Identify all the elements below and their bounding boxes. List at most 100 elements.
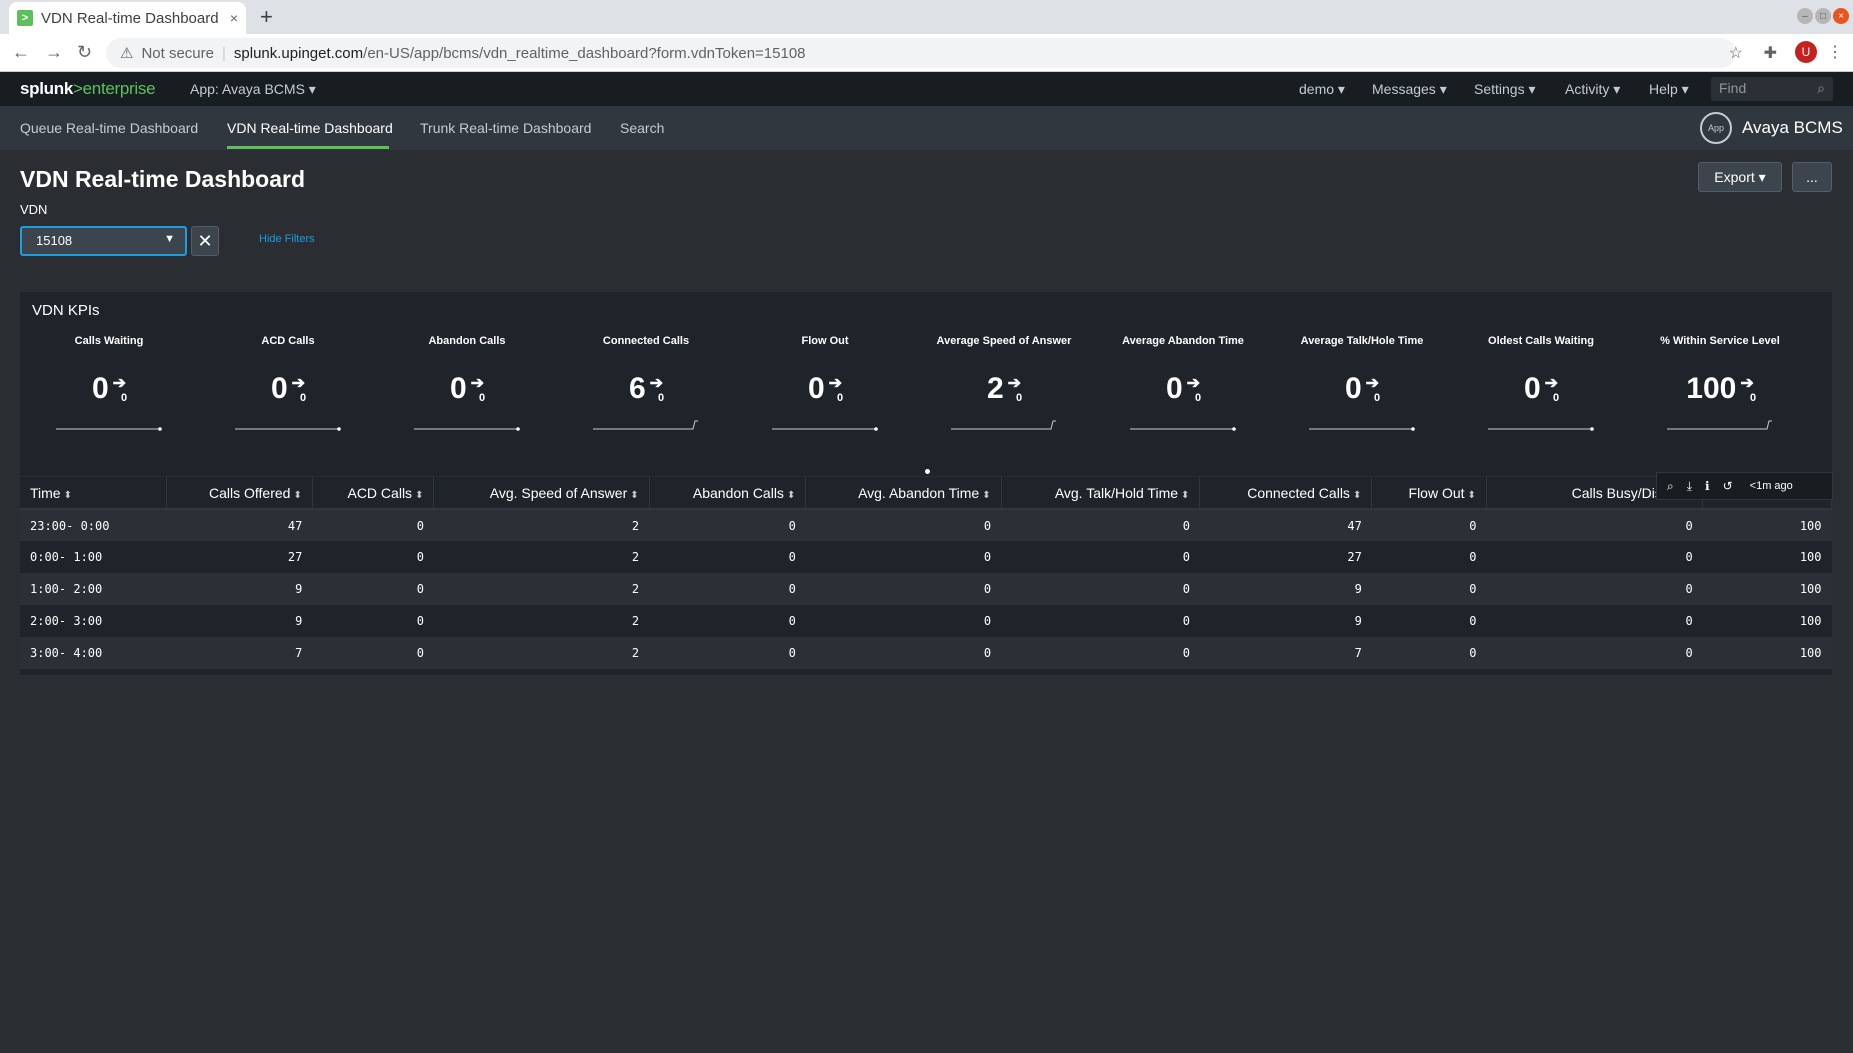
sort-icon[interactable]: ⬍ [787,490,795,501]
not-secure-label: Not secure [141,44,214,62]
table-cell: 0 [649,637,806,669]
nav-vdn-realtime[interactable]: VDN Real-time Dashboard [227,120,393,136]
table-cell: 0 [649,605,806,637]
table-cell: 0 [1001,541,1200,573]
column-header[interactable]: ACD Calls ⬍ [312,477,435,510]
kpi-delta: 0 [658,392,665,404]
column-header[interactable]: Calls Offered ⬍ [166,477,313,510]
column-header[interactable]: Avg. Abandon Time ⬍ [805,477,1002,510]
table-cell: 1:00- 2:00 [20,573,167,605]
new-tab-button[interactable]: + [260,4,273,30]
app-menu[interactable]: App: Avaya BCMS ▾ [190,81,316,98]
sparkline [772,427,878,431]
kpi-value: 0 ➔ [1273,372,1451,406]
messages-menu[interactable]: Messages ▾ [1372,81,1447,98]
settings-menu[interactable]: Settings ▾ [1474,81,1536,98]
table-header-row: Time ⬍ Calls Offered ⬍ ACD Calls ⬍ Avg. Speed … [20,477,1832,510]
sort-icon[interactable]: ⬍ [1181,490,1189,501]
reload-icon[interactable]: ↻ [77,42,92,63]
table-row[interactable]: 3:00- 4:00 7 0 2 0 0 0 7 0 0 100 [20,637,1832,669]
sparkline [951,420,1056,430]
minimize-window-icon[interactable]: – [1797,8,1813,24]
table-cell: 0 [805,605,1002,637]
sparkline [414,427,520,431]
table-cell: 7 [1199,637,1372,669]
sort-icon[interactable]: ⬍ [293,490,301,501]
sort-icon[interactable]: ⬍ [630,490,638,501]
column-header-label: Time [30,484,61,501]
profile-avatar[interactable]: U [1795,41,1817,63]
kpi-label: Calls Waiting [74,335,144,347]
sparkline [1130,427,1236,431]
help-menu[interactable]: Help ▾ [1649,81,1689,98]
table-cell: 2 [433,637,650,669]
back-icon[interactable]: ← [12,42,30,63]
table-cell: 0 [312,541,434,573]
kpi-label: Oldest Calls Waiting [1488,335,1594,347]
clear-filter-button[interactable]: ✕ [191,226,219,256]
sort-icon[interactable]: ⬍ [1353,490,1361,501]
sort-icon[interactable]: ⬍ [982,490,990,501]
find-input[interactable]: Find ⌕ [1711,77,1833,101]
nav-search[interactable]: Search [620,120,664,136]
nav-trunk-realtime[interactable]: Trunk Real-time Dashboard [420,120,591,136]
vdn-select[interactable]: 15108 ▼ [20,226,187,256]
kpi-value-number: 0 [91,372,109,405]
table-row[interactable]: 23:00- 0:00 47 0 2 0 0 0 47 0 0 100 [20,509,1832,541]
table-cell: 23:00- 0:00 [20,509,167,541]
vdn-table: Time ⬍ Calls Offered ⬍ ACD Calls ⬍ Avg. Speed … [20,477,1832,669]
splunk-logo[interactable]: splunk>enterprise [20,79,156,99]
activity-menu[interactable]: Activity ▾ [1565,81,1620,98]
browser-menu-icon[interactable]: ⋮ [1827,42,1843,62]
column-header[interactable]: Flow Out ⬍ [1371,477,1487,510]
url-host: splunk.upinget.com [233,44,364,62]
export-button[interactable]: Export ▾ [1698,162,1782,192]
sort-icon[interactable]: ⬍ [64,490,72,501]
column-header[interactable]: Time ⬍ [20,477,167,510]
table-row[interactable]: 2:00- 3:00 9 0 2 0 0 0 9 0 0 100 [20,605,1832,637]
table-row[interactable]: 0:00- 1:00 27 0 2 0 0 0 27 0 0 100 [20,541,1832,573]
kpi-value: 0 ➔ [736,372,914,406]
column-header-label: Abandon Calls [692,484,784,501]
refresh-icon[interactable]: ↺ [1723,479,1733,493]
splunk-favicon-icon: > [17,10,33,26]
column-header[interactable]: Avg. Speed of Answer ⬍ [433,477,650,510]
bookmark-star-icon[interactable]: ☆ [1729,43,1743,63]
table-cell: 0 [1001,573,1200,605]
info-icon[interactable]: ℹ [1705,479,1710,493]
column-header[interactable]: Avg. Talk/Hold Time ⬍ [1001,477,1201,510]
download-icon[interactable]: ⤓ [1687,479,1692,494]
tab-close-icon[interactable]: × [230,10,238,26]
nav-queue-realtime[interactable]: Queue Real-time Dashboard [20,120,198,136]
app-name: Avaya BCMS [1742,118,1843,137]
table-row[interactable]: 1:00- 2:00 9 0 2 0 0 0 9 0 0 100 [20,573,1832,605]
close-window-icon[interactable]: × [1833,8,1849,24]
column-header[interactable]: Connected Calls ⬍ [1199,477,1373,510]
table-cell: 9 [166,573,313,605]
table-cell: 0 [1371,605,1487,637]
kpi-value: 100 ➔ [1631,372,1809,406]
search-icon[interactable]: ⌕ [1817,80,1825,97]
sort-icon[interactable]: ⬍ [415,490,423,501]
search-icon[interactable]: ⌕ [1667,479,1674,494]
kpi-item: Average Speed of Answer 2 ➔ 0 [915,292,1093,476]
address-bar: ← → ↻ ⚠ Not secure | splunk.upinget.com … [0,34,1853,72]
table-cell: 9 [1199,605,1372,637]
maximize-window-icon[interactable]: □ [1815,8,1831,24]
hide-filters-link[interactable]: Hide Filters [259,233,315,245]
kpi-label: Abandon Calls [428,335,506,347]
column-header[interactable]: Abandon Calls ⬍ [649,477,807,510]
kpi-value-number: 0 [449,372,467,405]
user-menu[interactable]: demo ▾ [1299,81,1345,98]
kpi-value: 2 ➔ [915,372,1093,406]
url-field[interactable]: ⚠ Not secure | splunk.upinget.com /en-US… [106,38,1736,68]
more-options-button[interactable]: ... [1792,162,1832,192]
browser-tab[interactable]: > VDN Real-time Dashboard × [9,2,246,34]
column-header-label: ACD Calls [347,484,413,501]
kpi-value: 0 ➔ [1452,372,1630,406]
column-header-label: Calls Offered [209,484,291,501]
kpi-value-number: 100 [1686,372,1737,405]
sort-icon[interactable]: ⬍ [1468,490,1476,501]
extensions-puzzle-icon[interactable]: ✚ [1764,43,1777,63]
forward-icon[interactable]: → [45,42,63,63]
